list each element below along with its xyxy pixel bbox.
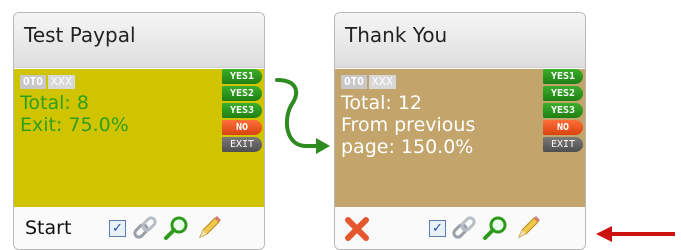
overlay-arrows <box>275 78 675 242</box>
flow-connector[interactable] <box>275 78 320 148</box>
connector-arrowhead <box>316 138 330 154</box>
annotation-arrowhead <box>596 226 612 242</box>
